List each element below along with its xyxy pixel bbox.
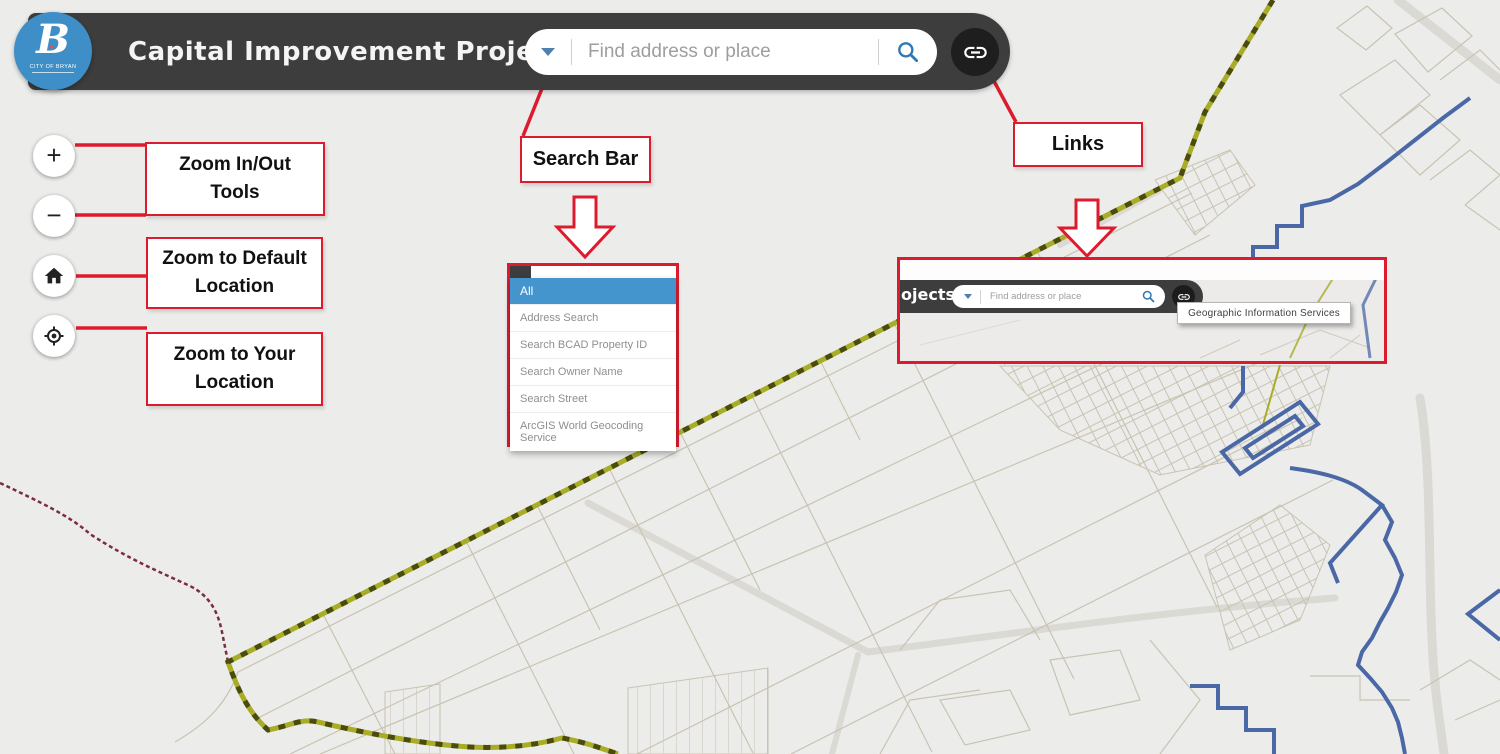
- menu-item-address-search[interactable]: Address Search: [510, 304, 676, 331]
- search-submit-button[interactable]: [879, 39, 937, 65]
- logo-letter: B: [14, 16, 92, 64]
- callout-zoom-tools: Zoom In/Out Tools: [145, 142, 325, 216]
- link-icon: [962, 39, 989, 66]
- menu-item-world-geocoding[interactable]: ArcGIS World Geocoding Service: [510, 412, 676, 451]
- links-inset: ojects Find address or place Geographic …: [897, 257, 1387, 364]
- inset-search-placeholder: Find address or place: [981, 291, 1141, 302]
- menu-item-street[interactable]: Search Street: [510, 385, 676, 412]
- search-source-menu: All Address Search Search BCAD Property …: [510, 278, 676, 451]
- inset-title-fragment: ojects: [901, 285, 955, 304]
- inset-top-strip: [510, 266, 676, 278]
- caret-down-icon: [964, 294, 972, 299]
- caret-down-icon: [541, 48, 555, 56]
- callout-links: Links: [1013, 122, 1143, 167]
- plus-icon: +: [46, 142, 61, 168]
- inset-white-strip: [900, 260, 1384, 280]
- search-input[interactable]: [572, 41, 878, 63]
- minus-icon: −: [46, 202, 61, 228]
- magnifier-icon: [1141, 289, 1156, 304]
- callout-zoom-default: Zoom to Default Location: [146, 237, 323, 309]
- search-source-dropdown-button[interactable]: [525, 48, 571, 56]
- header-bar: Capital Improvement Projects: [28, 13, 1010, 90]
- menu-item-all[interactable]: All: [510, 278, 676, 304]
- callout-zoom-your-location: Zoom to Your Location: [146, 332, 323, 406]
- locate-button[interactable]: [33, 315, 75, 357]
- search-bar: [525, 29, 937, 75]
- logo-caption: City of Bryan: [14, 64, 92, 70]
- inset-dark-fragment: [510, 266, 531, 278]
- callout-search-bar: Search Bar: [520, 136, 651, 183]
- city-logo[interactable]: B ★ City of Bryan: [14, 12, 92, 90]
- magnifier-icon: [895, 39, 921, 65]
- links-button[interactable]: [951, 28, 999, 76]
- inset-search-bar: Find address or place: [952, 285, 1165, 308]
- zoom-out-button[interactable]: −: [33, 195, 75, 237]
- home-icon: [43, 265, 65, 287]
- logo-star-icon: ★: [48, 42, 55, 51]
- links-tooltip: Geographic Information Services: [1177, 302, 1351, 324]
- zoom-in-button[interactable]: +: [33, 135, 75, 177]
- menu-item-owner-name[interactable]: Search Owner Name: [510, 358, 676, 385]
- app-window: Capital Improvement Projects B ★ City of…: [0, 0, 1500, 754]
- search-dropdown-inset: All Address Search Search BCAD Property …: [507, 263, 679, 447]
- home-button[interactable]: [33, 255, 75, 297]
- page-title: Capital Improvement Projects: [128, 13, 579, 90]
- inset-header-fragment: ojects Find address or place: [900, 280, 1203, 313]
- menu-item-bcad-property-id[interactable]: Search BCAD Property ID: [510, 331, 676, 358]
- logo-rule: [32, 72, 74, 73]
- locate-icon: [42, 324, 66, 348]
